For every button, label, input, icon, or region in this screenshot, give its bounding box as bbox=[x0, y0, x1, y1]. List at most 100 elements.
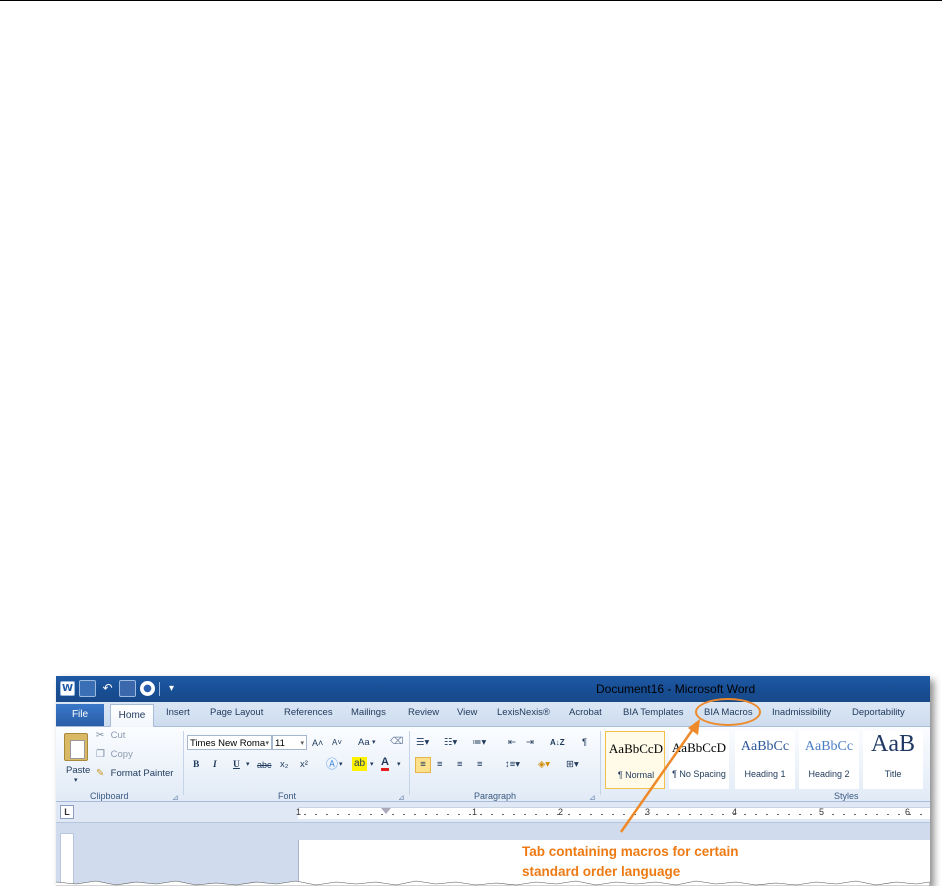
paste-button[interactable]: Paste bbox=[66, 765, 90, 776]
toolbar-separator bbox=[159, 681, 160, 696]
ruler-tick bbox=[810, 814, 812, 815]
justify-icon[interactable]: ≡ bbox=[477, 758, 483, 772]
paste-icon[interactable] bbox=[64, 733, 88, 761]
align-right-icon[interactable]: ≡ bbox=[457, 758, 463, 772]
subscript-button[interactable]: x₂ bbox=[280, 758, 288, 772]
align-center-icon[interactable]: ≡ bbox=[437, 758, 443, 772]
tab-view[interactable]: View bbox=[457, 707, 477, 718]
text-effects-icon[interactable]: Ⓐ bbox=[326, 757, 338, 771]
bullets-icon[interactable]: ☰▾ bbox=[416, 736, 429, 750]
tab-lexisnexis[interactable]: LexisNexis® bbox=[497, 707, 550, 718]
ruler-tick bbox=[568, 814, 570, 815]
line-spacing-icon[interactable]: ↕≡▾ bbox=[505, 758, 520, 772]
ruler-tick bbox=[854, 814, 856, 815]
ruler-tick bbox=[370, 814, 372, 815]
tab-mailings[interactable]: Mailings bbox=[351, 707, 386, 718]
style-sample: AaBbCcD bbox=[671, 740, 727, 755]
ruler-tick bbox=[469, 814, 471, 815]
style-no-spacing[interactable]: AaBbCcD ¶ No Spacing bbox=[669, 731, 729, 789]
ruler-tick bbox=[645, 814, 647, 815]
font-size-box[interactable]: 11 ▾ bbox=[272, 735, 307, 750]
ruler-tick bbox=[392, 814, 394, 815]
ruler-tick bbox=[513, 814, 515, 815]
chevron-down-icon[interactable]: ▾ bbox=[370, 758, 374, 772]
tab-file[interactable]: File bbox=[56, 704, 104, 726]
bold-button[interactable]: B bbox=[193, 758, 199, 772]
chevron-down-icon[interactable]: ▾ bbox=[339, 758, 343, 772]
change-case-button[interactable]: Aa bbox=[358, 736, 370, 750]
circle-icon[interactable]: ● bbox=[140, 681, 155, 696]
shading-icon[interactable]: ◈▾ bbox=[538, 758, 550, 772]
chevron-down-icon[interactable]: ▾ bbox=[372, 736, 376, 750]
tab-insert[interactable]: Insert bbox=[166, 707, 190, 718]
font-launcher-icon[interactable]: ⊿ bbox=[398, 793, 405, 802]
scissors-icon: ✂ bbox=[96, 730, 105, 741]
format-painter-button[interactable]: ✎ Format Painter bbox=[96, 768, 173, 779]
ruler-number: 4 bbox=[732, 807, 738, 817]
tab-home[interactable]: Home bbox=[110, 704, 154, 727]
chevron-down-icon[interactable]: ▾ bbox=[300, 736, 304, 749]
chevron-down-icon[interactable]: ▾ bbox=[246, 758, 250, 772]
multilevel-list-icon[interactable]: ≔▾ bbox=[472, 736, 486, 750]
superscript-button[interactable]: x² bbox=[300, 758, 308, 772]
ruler-tick bbox=[359, 814, 361, 815]
ruler-number: 1 bbox=[472, 807, 478, 817]
style-heading-2[interactable]: AaBbCc Heading 2 bbox=[799, 731, 859, 789]
align-left-icon[interactable]: ≡ bbox=[415, 757, 431, 773]
decrease-indent-icon[interactable]: ⇤ bbox=[508, 736, 516, 750]
clipboard-launcher-icon[interactable]: ⊿ bbox=[172, 793, 179, 802]
underline-button[interactable]: U bbox=[233, 758, 240, 772]
increase-indent-icon[interactable]: ⇥ bbox=[526, 736, 534, 750]
brush-icon: ✎ bbox=[96, 768, 105, 779]
copy-button[interactable]: ❐ Copy bbox=[96, 749, 133, 760]
tab-selector-button[interactable]: L bbox=[60, 805, 74, 819]
top-border-line bbox=[0, 0, 942, 1]
italic-button[interactable]: I bbox=[213, 758, 217, 772]
chevron-down-icon[interactable]: ▾ bbox=[265, 736, 269, 749]
cut-button[interactable]: ✂ Cut bbox=[96, 730, 125, 741]
ruler-tick bbox=[887, 814, 889, 815]
font-color-button[interactable]: A bbox=[381, 757, 389, 771]
horizontal-ruler[interactable]: 1 1 2 3 4 5 6 bbox=[296, 807, 930, 819]
sort-button[interactable]: A↓Z bbox=[550, 736, 565, 750]
paragraph-launcher-icon[interactable]: ⊿ bbox=[589, 793, 596, 802]
style-name: ¶ No Spacing bbox=[672, 769, 726, 779]
tab-review[interactable]: Review bbox=[408, 707, 439, 718]
tab-page-layout[interactable]: Page Layout bbox=[210, 707, 263, 718]
style-title[interactable]: AaB Title bbox=[863, 731, 923, 789]
tab-references[interactable]: References bbox=[284, 707, 333, 718]
clear-formatting-icon[interactable]: ⌫ bbox=[390, 735, 403, 749]
ruler-tick bbox=[920, 814, 922, 815]
highlight-icon[interactable]: ab bbox=[352, 757, 368, 771]
style-heading-1[interactable]: AaBbCc Heading 1 bbox=[735, 731, 795, 789]
shrink-font-button[interactable]: A˅ bbox=[332, 736, 342, 750]
word-app-icon[interactable]: W bbox=[60, 681, 75, 696]
style-name: ¶ Normal bbox=[617, 770, 655, 780]
group-separator bbox=[600, 731, 601, 795]
paste-dropdown-icon[interactable]: ▾ bbox=[74, 776, 78, 784]
copy-label: Copy bbox=[110, 749, 133, 760]
ruler-tick bbox=[337, 814, 339, 815]
tab-bia-templates[interactable]: BIA Templates bbox=[623, 707, 684, 718]
customize-qat-icon[interactable]: ▾ bbox=[164, 681, 179, 696]
font-name-box[interactable]: Times New Roma ▾ bbox=[187, 735, 272, 750]
style-sample: AaBbCcD bbox=[608, 741, 664, 756]
show-hide-button[interactable]: ¶ bbox=[582, 736, 587, 750]
ruler-number: 2 bbox=[558, 807, 564, 817]
tab-deportability[interactable]: Deportability bbox=[852, 707, 905, 718]
tab-acrobat[interactable]: Acrobat bbox=[569, 707, 602, 718]
grow-font-button[interactable]: A˄ bbox=[312, 736, 323, 750]
check-icon[interactable] bbox=[119, 680, 136, 697]
ruler-tick bbox=[458, 814, 460, 815]
style-normal[interactable]: AaBbCcD ¶ Normal bbox=[605, 731, 665, 789]
group-label-font: Font bbox=[278, 791, 297, 801]
numbering-icon[interactable]: ☷▾ bbox=[444, 736, 457, 750]
strikethrough-button[interactable]: abc bbox=[257, 758, 272, 772]
ruler-tick bbox=[733, 814, 735, 815]
borders-icon[interactable]: ⊞▾ bbox=[566, 758, 579, 772]
tab-inadmissibility[interactable]: Inadmissibility bbox=[772, 707, 831, 718]
ruler-tick bbox=[700, 814, 702, 815]
undo-icon[interactable]: ↶ bbox=[100, 681, 115, 696]
chevron-down-icon[interactable]: ▾ bbox=[397, 758, 401, 772]
save-icon[interactable] bbox=[79, 680, 96, 697]
